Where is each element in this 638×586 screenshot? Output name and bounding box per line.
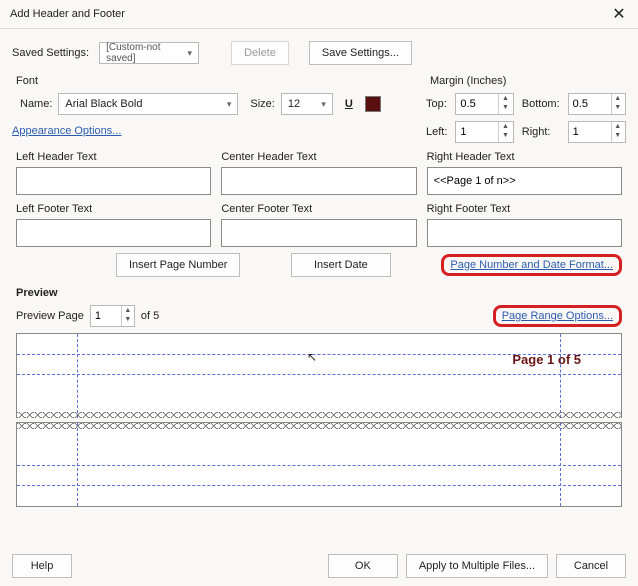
margin-top-label: Top: [426,98,447,110]
preview-page-label: Preview Page [16,310,84,322]
down-arrow-icon[interactable]: ▼ [122,315,134,324]
add-header-footer-dialog: Add Header and Footer ✕ Saved Settings: … [0,0,638,586]
font-size-label: Size: [250,98,274,110]
torn-edge-icon [17,423,621,429]
right-header-label: Right Header Text [427,151,622,163]
right-footer-label: Right Footer Text [427,203,622,215]
left-header-input[interactable] [16,167,211,195]
saved-settings-row: Saved Settings: [Custom-not saved] ▾ Del… [12,41,626,65]
center-footer-label: Center Footer Text [221,203,416,215]
dialog-title: Add Header and Footer [10,8,125,20]
margin-top-stepper[interactable]: ▲▼ [455,93,513,115]
highlight-range: Page Range Options... [493,305,622,327]
save-settings-button[interactable]: Save Settings... [309,41,412,65]
insert-date-button[interactable]: Insert Date [291,253,391,277]
right-header-input[interactable] [427,167,622,195]
page-number-date-format-link[interactable]: Page Number and Date Format... [450,259,613,271]
chevron-down-icon: ▾ [227,99,232,110]
preview-footer-pane [16,422,622,507]
margin-heading: Margin (Inches) [430,75,626,87]
center-footer-input[interactable] [221,219,416,247]
up-arrow-icon[interactable]: ▲ [612,122,624,131]
margin-bottom-stepper[interactable]: ▲▼ [568,93,626,115]
center-header-label: Center Header Text [221,151,416,163]
highlight-format: Page Number and Date Format... [441,254,622,276]
up-arrow-icon[interactable]: ▲ [499,122,511,131]
down-arrow-icon[interactable]: ▼ [499,131,511,140]
font-size-value: 12 [288,98,300,110]
up-arrow-icon[interactable]: ▲ [122,306,134,315]
margin-right-label: Right: [522,126,560,138]
insert-page-number-button[interactable]: Insert Page Number [116,253,240,277]
left-footer-input[interactable] [16,219,211,247]
up-arrow-icon[interactable]: ▲ [612,94,624,103]
saved-settings-label: Saved Settings: [12,47,89,59]
margin-left-stepper[interactable]: ▲▼ [455,121,513,143]
font-heading: Font [16,75,406,87]
margin-top-input[interactable] [456,94,498,114]
header-footer-grid: Left Header Text Center Header Text Righ… [16,151,622,247]
font-row: Name: Arial Black Bold ▾ Size: 12 ▾ U [20,93,406,115]
left-header-label: Left Header Text [16,151,211,163]
preview-header-pane: Page 1 of 5 [16,333,622,418]
preview-heading: Preview [16,287,626,299]
left-footer-label: Left Footer Text [16,203,211,215]
preview-of-text: of 5 [141,310,159,322]
down-arrow-icon[interactable]: ▼ [612,103,624,112]
saved-settings-value: [Custom-not saved] [106,42,187,64]
margin-left-label: Left: [426,126,447,138]
center-header-input[interactable] [221,167,416,195]
margin-right-stepper[interactable]: ▲▼ [568,121,626,143]
up-arrow-icon[interactable]: ▲ [499,94,511,103]
right-footer-input[interactable] [427,219,622,247]
margin-left-input[interactable] [456,122,498,142]
help-button[interactable]: Help [12,554,72,578]
saved-settings-combo[interactable]: [Custom-not saved] ▾ [99,42,199,64]
titlebar: Add Header and Footer ✕ [0,0,638,29]
font-name-label: Name: [20,98,52,110]
font-name-combo[interactable]: Arial Black Bold ▾ [58,93,238,115]
down-arrow-icon[interactable]: ▼ [499,103,511,112]
preview-page-input[interactable] [91,306,121,326]
appearance-options-link[interactable]: Appearance Options... [12,125,121,137]
dialog-footer: Help OK Apply to Multiple Files... Cance… [12,554,626,578]
margin-bottom-label: Bottom: [522,98,560,110]
close-icon[interactable]: ✕ [608,4,630,24]
cancel-button[interactable]: Cancel [556,554,626,578]
preview-page-stepper[interactable]: ▲▼ [90,305,135,327]
chevron-down-icon: ▾ [321,99,326,110]
down-arrow-icon[interactable]: ▼ [612,131,624,140]
preview-rendered-text: Page 1 of 5 [512,352,581,367]
margin-right-input[interactable] [569,122,611,142]
apply-multiple-files-button[interactable]: Apply to Multiple Files... [406,554,548,578]
margin-bottom-input[interactable] [569,94,611,114]
ok-button[interactable]: OK [328,554,398,578]
page-range-options-link[interactable]: Page Range Options... [502,310,613,322]
torn-edge-icon [17,412,621,418]
color-swatch[interactable] [365,96,381,112]
font-size-combo[interactable]: 12 ▾ [281,93,333,115]
font-name-value: Arial Black Bold [65,98,142,110]
delete-button[interactable]: Delete [231,41,289,65]
underline-button[interactable]: U [339,94,359,114]
chevron-down-icon: ▾ [188,48,193,59]
